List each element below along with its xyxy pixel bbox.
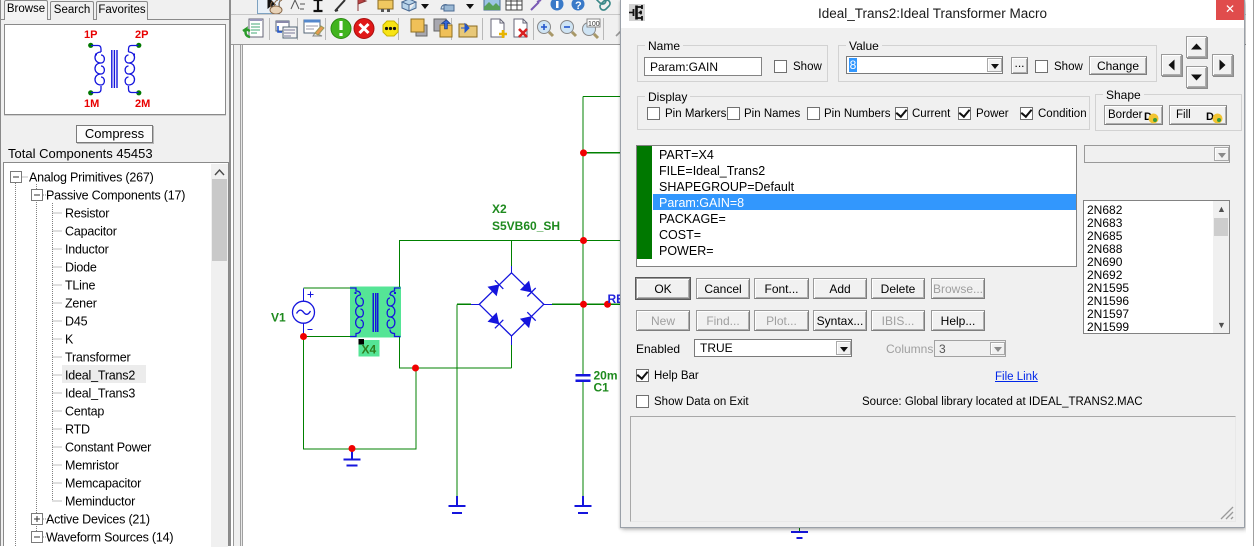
svg-text:Ideal_Trans3: Ideal_Trans3 xyxy=(65,387,135,401)
svg-text:Meminductor: Meminductor xyxy=(65,495,135,509)
svg-text:RTD: RTD xyxy=(65,423,90,437)
svg-text:100: 100 xyxy=(588,21,600,28)
svg-text:Diode: Diode xyxy=(65,261,97,275)
svg-text:?: ? xyxy=(575,0,582,12)
svg-text:2P: 2P xyxy=(135,29,148,41)
svg-text:Passive Components (17): Passive Components (17) xyxy=(46,189,185,203)
svg-text:2M: 2M xyxy=(135,98,150,110)
svg-text:Constant Power: Constant Power xyxy=(65,441,151,455)
svg-text:Analog Primitives (267): Analog Primitives (267) xyxy=(29,171,154,185)
svg-text:Resistor: Resistor xyxy=(65,207,109,221)
svg-text:TLine: TLine xyxy=(65,279,96,293)
svg-text:Memcapacitor: Memcapacitor xyxy=(65,477,141,491)
svg-text:X4: X4 xyxy=(362,343,377,357)
svg-text:S5VB60_SH: S5VB60_SH xyxy=(492,219,560,233)
svg-text:1P: 1P xyxy=(84,29,97,41)
svg-text:C1: C1 xyxy=(594,381,610,395)
svg-text:Active Devices (21): Active Devices (21) xyxy=(46,513,150,527)
svg-text:Capacitor: Capacitor xyxy=(65,225,117,239)
svg-text:Transformer: Transformer xyxy=(65,351,130,365)
svg-text:Waveform Sources (14): Waveform Sources (14) xyxy=(46,531,173,545)
svg-text:V1: V1 xyxy=(271,311,286,325)
svg-text:Zener: Zener xyxy=(65,297,97,311)
svg-text:D45: D45 xyxy=(65,315,88,329)
svg-text:Memristor: Memristor xyxy=(65,459,119,473)
svg-text:1M: 1M xyxy=(84,98,99,110)
svg-text:Inductor: Inductor xyxy=(65,243,109,257)
svg-text:K: K xyxy=(65,333,74,347)
svg-text:Centap: Centap xyxy=(65,405,104,419)
svg-text:Ideal_Trans2: Ideal_Trans2 xyxy=(65,369,135,383)
svg-text:X2: X2 xyxy=(492,202,507,216)
